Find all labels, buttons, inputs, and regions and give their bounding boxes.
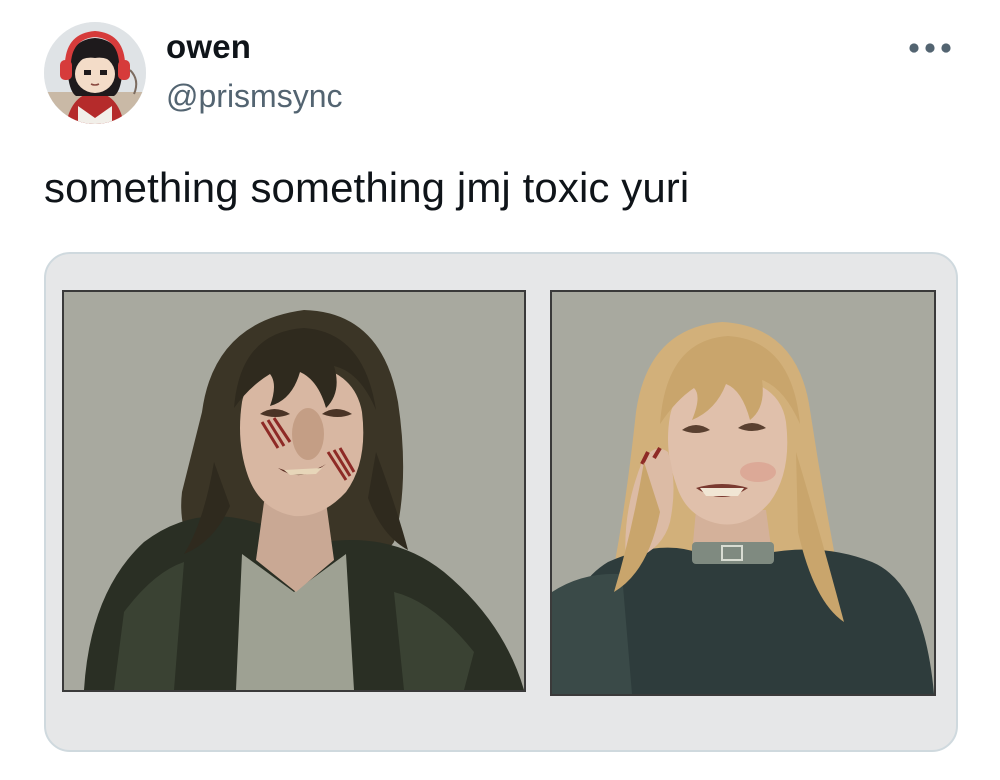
author-display-name[interactable]: owen xyxy=(166,28,251,66)
more-horizontal-icon xyxy=(909,43,951,53)
tweet-text: something something jmj toxic yuri xyxy=(44,164,690,211)
media-panel-right[interactable] xyxy=(550,290,936,696)
dark-haired-character-illustration xyxy=(64,292,524,690)
media-card[interactable] xyxy=(44,252,958,752)
avatar-illustration xyxy=(44,22,146,124)
avatar[interactable] xyxy=(44,22,146,124)
media-panel-left[interactable] xyxy=(62,290,526,692)
author-handle[interactable]: @prismsync xyxy=(166,78,343,115)
blonde-character-illustration xyxy=(552,292,934,694)
more-options-button[interactable] xyxy=(902,30,958,66)
tweet: owen @prismsync something something jmj … xyxy=(0,0,1000,780)
